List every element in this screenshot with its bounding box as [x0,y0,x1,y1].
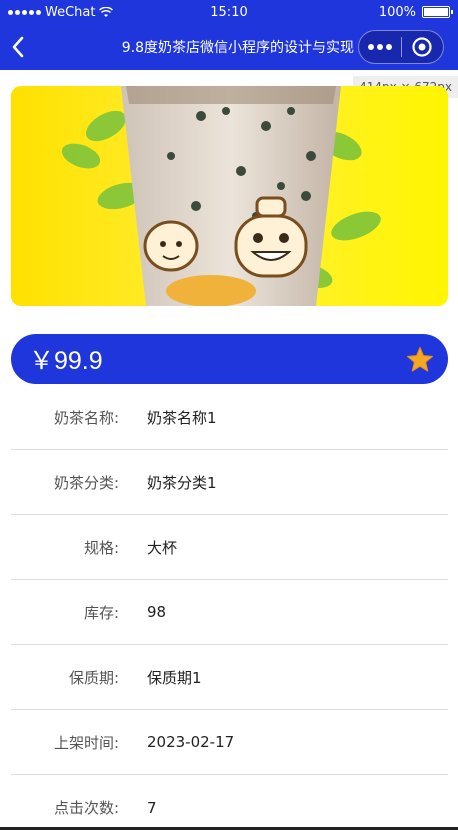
detail-label: 奶茶分类: [53,473,119,492]
detail-value: 奶茶分类1 [147,473,217,492]
more-button[interactable] [359,44,401,50]
status-left: WeChat [8,4,114,20]
detail-value: 奶茶名称1 [147,408,217,427]
navigation-bar: 9.8度奶茶店微信小程序的设计与实现 [0,24,458,70]
detail-value: 98 [147,603,167,621]
status-bar: WeChat 15:10 100% [0,0,458,24]
close-button[interactable] [402,36,444,58]
battery-icon [422,6,453,18]
detail-value: 大杯 [147,538,178,557]
back-button[interactable] [2,24,34,70]
detail-label: 规格: [83,538,119,557]
milk-tea-illustration [11,86,448,306]
page-title: 9.8度奶茶店微信小程序的设计与实现 [121,40,354,56]
detail-row-shelf-life: 保质期: 保质期1 [11,645,448,710]
signal-icon [8,9,41,15]
detail-row-category: 奶茶分类: 奶茶分类1 [11,450,448,515]
mini-program-capsule [358,30,444,64]
detail-label: 库存: [83,603,119,622]
carrier-label: WeChat [45,4,96,20]
detail-label: 保质期: [68,668,119,687]
product-details: 奶茶名称: 奶茶名称1 奶茶分类: 奶茶分类1 规格: 大杯 库存: 98 保质… [11,385,448,830]
chevron-left-icon [12,36,24,58]
detail-label: 上架时间: [53,733,119,752]
detail-value: 2023-02-17 [147,733,235,751]
battery-percent: 100% [378,4,416,20]
wifi-icon [99,6,114,17]
detail-row-size: 规格: 大杯 [11,515,448,580]
product-image [11,86,448,306]
more-dots-icon [367,44,392,50]
detail-row-stock: 库存: 98 [11,580,448,645]
price-bar: ￥99.9 [11,334,448,384]
detail-row-listing-date: 上架时间: 2023-02-17 [11,710,448,775]
detail-value: 保质期1 [147,668,202,687]
detail-row-name: 奶茶名称: 奶茶名称1 [11,385,448,450]
detail-label: 点击次数: [53,799,119,817]
status-right: 100% [378,4,453,20]
detail-value: 7 [147,798,157,817]
target-circle-icon [412,37,432,57]
star-icon [406,346,434,372]
product-price: ￥99.9 [29,347,103,375]
detail-label: 奶茶名称: [53,408,119,427]
detail-row-click-count: 点击次数: 7 [11,775,448,830]
favorite-button[interactable] [406,346,434,373]
